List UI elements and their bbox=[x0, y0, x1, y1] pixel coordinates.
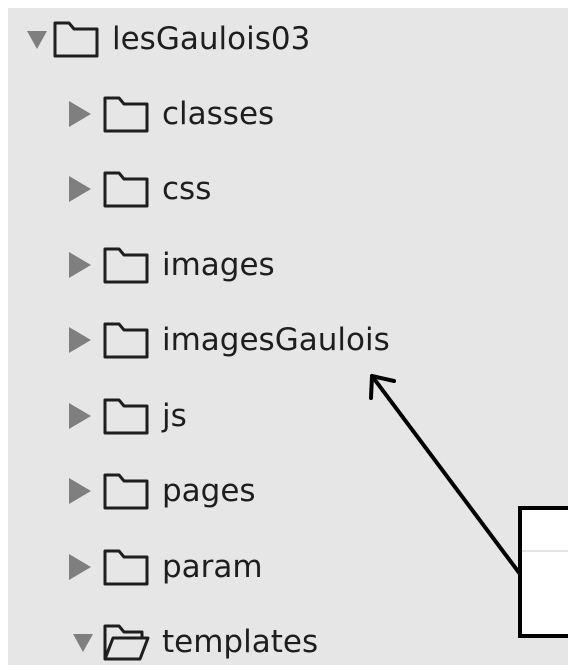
tree-label: images bbox=[162, 246, 275, 283]
tree-row-param[interactable]: param bbox=[68, 539, 263, 595]
triangle-right-icon[interactable] bbox=[68, 250, 94, 280]
triangle-right-icon[interactable] bbox=[68, 99, 94, 129]
triangle-right-icon[interactable] bbox=[68, 476, 94, 506]
annotation-callout-box bbox=[518, 506, 568, 638]
tree-label: js bbox=[162, 397, 187, 434]
triangle-down-icon[interactable] bbox=[26, 24, 52, 54]
triangle-right-icon[interactable] bbox=[68, 401, 94, 431]
tree-label: lesGaulois03 bbox=[112, 20, 311, 57]
tree-row-classes[interactable]: classes bbox=[68, 86, 274, 142]
folder-closed-icon bbox=[102, 547, 150, 587]
folder-closed-icon bbox=[102, 320, 150, 360]
folder-closed-icon bbox=[102, 94, 150, 134]
tree-label: pages bbox=[162, 472, 256, 509]
triangle-right-icon[interactable] bbox=[68, 174, 94, 204]
folder-open-icon bbox=[102, 622, 150, 662]
folder-closed-icon bbox=[102, 245, 150, 285]
tree-label: imagesGaulois bbox=[162, 321, 390, 358]
tree-label: classes bbox=[162, 95, 275, 132]
folder-closed-icon bbox=[102, 396, 150, 436]
tree-row-css[interactable]: css bbox=[68, 161, 211, 217]
tree-row-lesgaulois03[interactable]: lesGaulois03 bbox=[26, 11, 310, 67]
folder-closed-icon bbox=[102, 169, 150, 209]
tree-row-images[interactable]: images bbox=[68, 237, 275, 293]
folder-closed-icon bbox=[102, 471, 150, 511]
tree-row-js[interactable]: js bbox=[68, 388, 187, 444]
tree-label: css bbox=[162, 170, 212, 207]
tree-row-imagesgaulois[interactable]: imagesGaulois bbox=[68, 312, 390, 368]
triangle-right-icon[interactable] bbox=[68, 552, 94, 582]
tree-label: templates bbox=[162, 623, 319, 660]
callout-divider bbox=[522, 550, 568, 552]
triangle-down-icon[interactable] bbox=[72, 627, 98, 657]
tree-label: param bbox=[162, 548, 263, 585]
tree-row-templates[interactable]: templates bbox=[72, 614, 318, 670]
triangle-right-icon[interactable] bbox=[68, 325, 94, 355]
folder-closed-icon bbox=[52, 19, 100, 59]
tree-row-pages[interactable]: pages bbox=[68, 463, 256, 519]
